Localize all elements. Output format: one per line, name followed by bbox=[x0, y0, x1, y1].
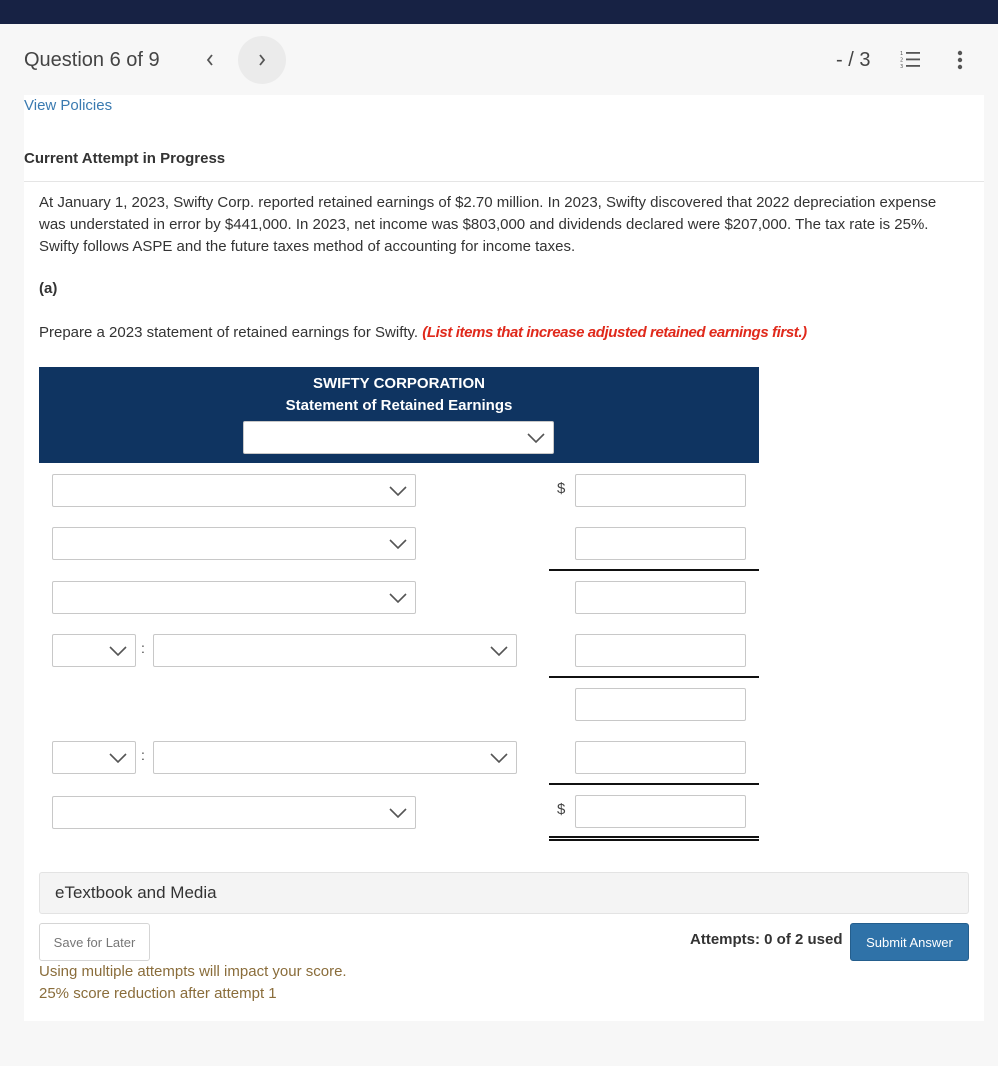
top-bar bbox=[0, 0, 998, 24]
line-item-select-4[interactable] bbox=[153, 634, 517, 667]
chevron-down-icon bbox=[109, 752, 127, 763]
line-item-select-2[interactable] bbox=[52, 527, 416, 560]
chevron-down-icon bbox=[490, 645, 508, 656]
instruction-main: Prepare a 2023 statement of retained ear… bbox=[39, 324, 423, 341]
chevron-down-icon bbox=[389, 538, 407, 549]
total-double-rule bbox=[549, 836, 759, 841]
company-name: SWIFTY CORPORATION bbox=[313, 375, 485, 392]
statement-header: SWIFTY CORPORATION Statement of Retained… bbox=[39, 367, 759, 463]
instruction-hint: (List items that increase adjusted retai… bbox=[422, 324, 807, 341]
prefix-select-2[interactable] bbox=[52, 741, 136, 774]
statement-title: Statement of Retained Earnings bbox=[285, 397, 513, 414]
amount-input-4[interactable] bbox=[575, 634, 746, 667]
divider bbox=[24, 181, 984, 182]
view-policies-link[interactable]: View Policies bbox=[24, 97, 112, 114]
chevron-down-icon bbox=[109, 645, 127, 656]
etextbook-label: eTextbook and Media bbox=[55, 883, 217, 902]
attempts-warning: Using multiple attempts will impact your… bbox=[39, 963, 347, 980]
svg-text:1: 1 bbox=[900, 51, 903, 57]
amount-input-5[interactable] bbox=[575, 688, 746, 721]
amount-input-total[interactable] bbox=[575, 795, 746, 828]
subtotal-rule bbox=[549, 676, 759, 678]
numbered-list-icon[interactable]: 1 2 3 bbox=[900, 50, 922, 70]
amount-input-2[interactable] bbox=[575, 527, 746, 560]
currency-symbol: $ bbox=[557, 801, 566, 818]
line-item-select-5[interactable] bbox=[153, 741, 517, 774]
amount-input-3[interactable] bbox=[575, 581, 746, 614]
score-reduction-note: 25% score reduction after attempt 1 bbox=[39, 985, 277, 1002]
period-select[interactable] bbox=[243, 421, 554, 454]
save-for-later-button[interactable]: Save for Later bbox=[39, 923, 150, 961]
problem-text: At January 1, 2023, Swifty Corp. reporte… bbox=[39, 194, 937, 255]
chevron-down-icon bbox=[527, 432, 545, 443]
part-label: (a) bbox=[39, 280, 58, 297]
chevron-down-icon bbox=[389, 807, 407, 818]
more-vertical-icon[interactable] bbox=[952, 48, 968, 72]
subtotal-rule bbox=[549, 569, 759, 571]
next-question-button[interactable] bbox=[238, 36, 286, 84]
chevron-down-icon bbox=[490, 752, 508, 763]
line-item-select-3[interactable] bbox=[52, 581, 416, 614]
amount-input-6[interactable] bbox=[575, 741, 746, 774]
instruction-text: Prepare a 2023 statement of retained ear… bbox=[39, 324, 807, 341]
amount-input-1[interactable] bbox=[575, 474, 746, 507]
chevron-right-icon bbox=[259, 54, 266, 66]
prefix-select-1[interactable] bbox=[52, 634, 136, 667]
question-card: View Policies Current Attempt in Progres… bbox=[24, 95, 984, 1021]
line-item-select-6[interactable] bbox=[52, 796, 416, 829]
submit-answer-button[interactable]: Submit Answer bbox=[850, 923, 969, 961]
question-counter: Question 6 of 9 bbox=[24, 49, 160, 71]
chevron-down-icon bbox=[389, 592, 407, 603]
question-header: Question 6 of 9 - / 3 1 2 3 bbox=[0, 24, 998, 95]
previous-question-button[interactable] bbox=[195, 44, 225, 76]
subtotal-rule bbox=[549, 783, 759, 785]
line-item-select-1[interactable] bbox=[52, 474, 416, 507]
svg-text:3: 3 bbox=[900, 64, 903, 70]
question-score: - / 3 bbox=[836, 49, 871, 71]
currency-symbol: $ bbox=[557, 480, 566, 497]
chevron-down-icon bbox=[389, 485, 407, 496]
attempts-counter: Attempts: 0 of 2 used bbox=[690, 931, 843, 948]
attempt-status-heading: Current Attempt in Progress bbox=[24, 150, 226, 167]
colon-separator: : bbox=[141, 747, 145, 763]
etextbook-and-media-panel[interactable]: eTextbook and Media bbox=[39, 872, 969, 914]
chevron-left-icon bbox=[206, 54, 213, 66]
svg-text:2: 2 bbox=[900, 58, 903, 64]
colon-separator: : bbox=[141, 640, 145, 656]
